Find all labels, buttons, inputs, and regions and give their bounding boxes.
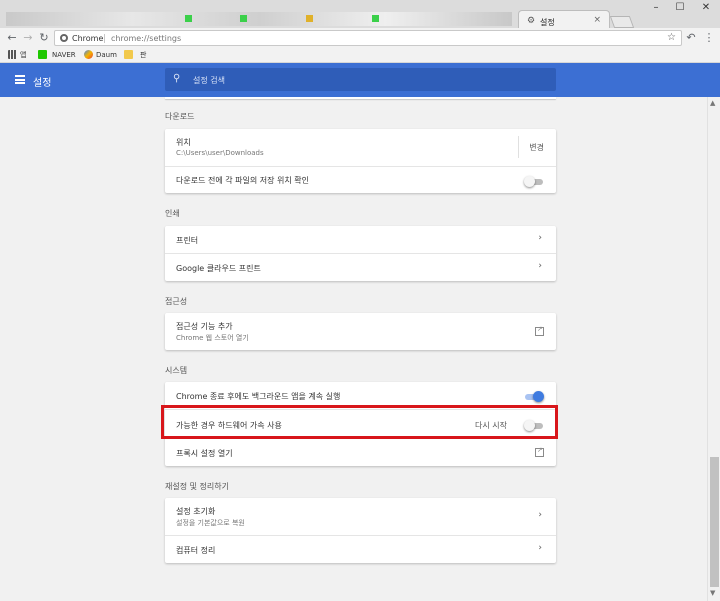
forward-button[interactable]: → [21,31,35,45]
tab-strip: ⚙ 설정 × [0,8,640,30]
browser-toolbar: ← → ↻ Chrome chrome://settings ☆ ↶ ⋮ [0,28,720,48]
gear-icon: ⚙ [527,16,536,26]
section-title-reset: 재설정 및 정리하기 [165,482,229,491]
proxy-settings-label: 프록시 설정 열기 [176,449,233,458]
naver-icon [38,50,47,59]
background-apps-toggle[interactable] [524,391,544,402]
reset-settings-label: 설정 초기화 [176,507,216,516]
ask-download-location-toggle[interactable] [524,176,544,187]
chevron-right-icon: › [538,233,542,243]
search-icon: ⚲ [173,73,181,84]
settings-search-input[interactable]: ⚲ 설정 검색 [165,68,556,91]
scroll-up-icon[interactable]: ▲ [710,99,715,107]
bookmark-label: NAVER [52,51,76,59]
blurred-tab-favicon [185,15,192,22]
row-divider [518,136,519,158]
reset-card: 설정 초기화 설정을 기본값으로 복원 › 컴퓨터 정리 › [165,498,556,563]
tab-title: 설정 [540,18,555,27]
section-title-accessibility: 접근성 [165,297,188,306]
cloud-print-label: Google 클라우드 프린트 [176,264,261,273]
bookmark-naver[interactable]: NAVER [52,50,76,61]
printing-card: 프린터 › Google 클라우드 프린트 › [165,226,556,281]
reload-button[interactable]: ↻ [37,31,51,45]
tab-settings[interactable]: ⚙ 설정 × [518,10,610,30]
open-external-icon [535,325,544,336]
address-bar[interactable]: Chrome chrome://settings ☆ [54,30,682,46]
chevron-right-icon: › [538,543,542,553]
chrome-page-icon [60,34,68,42]
reset-settings-sub: 설정을 기본값으로 복원 [176,519,245,527]
change-location-button[interactable]: 변경 [529,142,544,153]
page-title: 설정 [33,78,52,89]
add-accessibility-label: 접근성 기능 추가 [176,322,233,331]
settings-header: 설정 ⚲ 설정 검색 [0,63,720,97]
folder-icon [124,50,133,59]
bookmarks-bar: 앱 NAVER Daum 판 [0,48,720,63]
bookmark-apps[interactable]: 앱 [8,50,26,61]
previous-card-edge [165,97,556,99]
bookmark-naver-icon-only[interactable] [38,50,50,61]
download-location-path: C:\Users\user\Downloads [176,149,264,157]
minimize-button[interactable]: – [644,2,668,16]
bookmark-pan[interactable]: 판 [140,50,146,61]
cleanup-computer-row[interactable]: 컴퓨터 정리 › [165,535,556,563]
cleanup-computer-label: 컴퓨터 정리 [176,546,216,555]
bookmark-label: Daum [96,51,117,59]
bookmark-daum[interactable]: Daum [84,50,117,61]
apps-grid-icon [8,50,17,59]
downloads-card: 위치 C:\Users\user\Downloads 변경 다운로드 전에 각 … [165,129,556,193]
scroll-thumb[interactable] [710,457,719,587]
reset-settings-row[interactable]: 설정 초기화 설정을 기본값으로 복원 › [165,498,556,535]
address-url[interactable]: chrome://settings [111,34,181,43]
download-location-row: 위치 C:\Users\user\Downloads 변경 [165,129,556,166]
scroll-down-icon[interactable]: ▼ [710,589,715,597]
bookmark-label: 앱 [20,51,27,59]
proxy-settings-row[interactable]: 프록시 설정 열기 [165,438,556,466]
blurred-tab-favicon [240,15,247,22]
cloud-print-row[interactable]: Google 클라우드 프린트 › [165,253,556,281]
blurred-tabs[interactable] [6,12,512,26]
daum-icon [84,50,93,59]
chevron-right-icon: › [538,510,542,520]
section-title-system: 시스템 [165,366,188,375]
bookmark-folder[interactable] [124,50,136,61]
ask-download-location-label: 다운로드 전에 각 파일의 저장 위치 확인 [176,176,310,185]
blurred-tab-favicon [372,15,379,22]
section-title-printing: 인쇄 [165,209,180,218]
printers-row[interactable]: 프린터 › [165,226,556,253]
back-button[interactable]: ← [5,31,19,45]
add-accessibility-sub: Chrome 웹 스토어 열기 [176,334,249,342]
open-external-icon [535,446,544,457]
address-scheme-label: Chrome [72,34,104,43]
search-placeholder: 설정 검색 [193,76,225,85]
chevron-right-icon: › [538,261,542,271]
window-titlebar: ⚙ 설정 × – ☐ ✕ [0,0,720,30]
bookmark-star-icon[interactable]: ☆ [667,32,676,43]
browser-menu-icon[interactable]: ⋮ [702,31,716,45]
highlight-annotation-box [161,405,558,439]
close-window-button[interactable]: ✕ [694,2,718,16]
bookmark-label: 판 [140,51,147,59]
printers-label: 프린터 [176,236,199,245]
close-tab-icon[interactable]: × [593,15,601,25]
extension-icon[interactable]: ↶ [684,31,698,45]
accessibility-card: 접근성 기능 추가 Chrome 웹 스토어 열기 [165,313,556,350]
page-scrollbar[interactable]: ▲ ▼ [707,97,720,601]
download-location-label: 위치 [176,138,191,147]
ask-download-location-row[interactable]: 다운로드 전에 각 파일의 저장 위치 확인 [165,166,556,193]
maximize-button[interactable]: ☐ [668,2,692,16]
blurred-tab-favicon [306,15,313,22]
hamburger-menu-icon[interactable] [15,75,25,84]
background-apps-label: Chrome 종료 후에도 백그라운드 앱을 계속 실행 [176,392,341,401]
new-tab-button[interactable] [609,16,635,28]
add-accessibility-row[interactable]: 접근성 기능 추가 Chrome 웹 스토어 열기 [165,313,556,350]
address-divider [104,34,105,43]
section-title-downloads: 다운로드 [165,112,195,121]
